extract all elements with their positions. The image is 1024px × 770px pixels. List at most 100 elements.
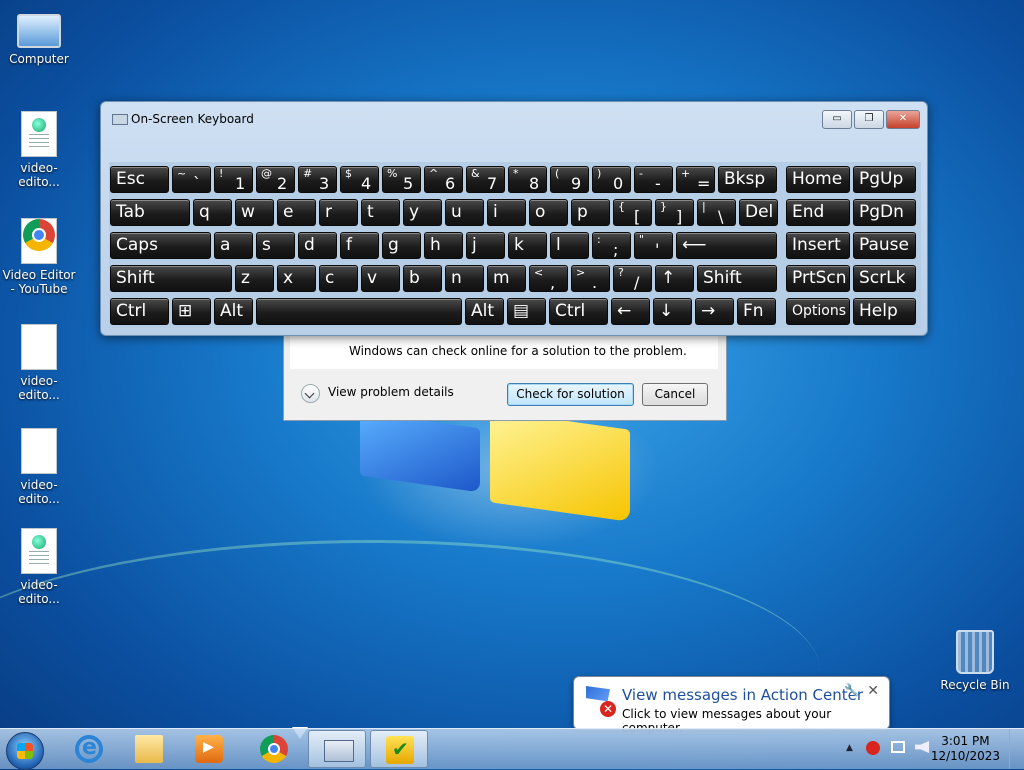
key-o[interactable]: o xyxy=(529,199,568,226)
restore-button[interactable]: ❐ xyxy=(854,110,884,129)
close-button[interactable]: ✕ xyxy=(886,110,920,129)
key-e[interactable]: e xyxy=(277,199,316,226)
key-l[interactable]: l xyxy=(550,232,589,259)
key-r4k9[interactable]: → xyxy=(695,298,734,325)
key-r0k13[interactable]: + = xyxy=(676,166,715,193)
key-r0k7[interactable]: ^ 6 xyxy=(424,166,463,193)
key-r3k10[interactable]: ? / xyxy=(613,265,652,292)
desktop-icon-video-editor-file-2[interactable]: video-edito... xyxy=(1,324,77,402)
key-i[interactable]: i xyxy=(487,199,526,226)
key-insert[interactable]: Insert xyxy=(786,232,850,259)
key-alt[interactable]: Alt xyxy=(214,298,253,325)
key-r1k11[interactable]: {[ xyxy=(613,199,652,226)
key-g[interactable]: g xyxy=(382,232,421,259)
key-j[interactable]: j xyxy=(466,232,505,259)
key-r0k4[interactable]: #3 xyxy=(298,166,337,193)
key-del[interactable]: Del xyxy=(739,199,778,226)
key-s[interactable]: s xyxy=(256,232,295,259)
desktop-icon-video-editor-html-2[interactable]: video-edito... xyxy=(1,528,77,606)
volume-muted-tray-icon[interactable] xyxy=(915,741,929,757)
key-scrlk[interactable]: ScrLk xyxy=(853,265,916,292)
key-shift[interactable]: Shift xyxy=(697,265,777,292)
view-problem-details-link[interactable]: View problem details xyxy=(328,385,454,399)
key-r1k13[interactable]: | \ xyxy=(697,199,736,226)
key-r[interactable]: r xyxy=(319,199,358,226)
desktop-icon-recycle-bin[interactable]: Recycle Bin xyxy=(937,630,1013,692)
taskbar-media-player[interactable] xyxy=(180,730,238,768)
key-z[interactable]: z xyxy=(235,265,274,292)
key-ctrl[interactable]: Ctrl xyxy=(549,298,608,325)
start-button[interactable] xyxy=(6,732,44,770)
desktop-icon-video-editor-file-3[interactable]: video-edito... xyxy=(1,428,77,506)
key-q[interactable]: q xyxy=(193,199,232,226)
taskbar-task-app[interactable] xyxy=(370,730,428,768)
key-tab[interactable]: Tab xyxy=(110,199,190,226)
key-r2k12[interactable]: ⟵ xyxy=(676,232,777,259)
key-f[interactable]: f xyxy=(340,232,379,259)
key-alt[interactable]: Alt xyxy=(465,298,504,325)
key-r0k12[interactable]: -- xyxy=(634,166,673,193)
key-r0k1[interactable]: ~ ` xyxy=(172,166,211,193)
key-r1k12[interactable]: }] xyxy=(655,199,694,226)
key-r4k3[interactable] xyxy=(256,298,462,325)
balloon-close-button[interactable]: ✕ xyxy=(867,683,879,699)
key-c[interactable]: c xyxy=(319,265,358,292)
key-pause[interactable]: Pause xyxy=(853,232,916,259)
key-t[interactable]: t xyxy=(361,199,400,226)
balloon-title[interactable]: View messages in Action Center xyxy=(622,686,863,704)
key-end[interactable]: End xyxy=(786,199,850,226)
taskbar-windows-explorer[interactable] xyxy=(120,730,178,768)
key-y[interactable]: y xyxy=(403,199,442,226)
key-r3k8[interactable]: <, xyxy=(529,265,568,292)
desktop-icon-video-editor-youtube[interactable]: Video Editor - YouTube xyxy=(1,218,77,296)
key-pgup[interactable]: PgUp xyxy=(853,166,916,193)
key-b[interactable]: b xyxy=(403,265,442,292)
action-center-tray-icon[interactable] xyxy=(866,741,880,759)
key-prtscn[interactable]: PrtScn xyxy=(786,265,850,292)
key-u[interactable]: u xyxy=(445,199,484,226)
key-n[interactable]: n xyxy=(445,265,484,292)
key-r0k5[interactable]: $4 xyxy=(340,166,379,193)
key-r0k3[interactable]: @2 xyxy=(256,166,295,193)
minimize-button[interactable]: ▭ xyxy=(822,110,852,129)
key-shift[interactable]: Shift xyxy=(110,265,232,292)
key-x[interactable]: x xyxy=(277,265,316,292)
check-for-solution-button[interactable]: Check for solution xyxy=(507,383,634,406)
key-pgdn[interactable]: PgDn xyxy=(853,199,916,226)
key-r4k8[interactable]: ↓ xyxy=(653,298,692,325)
key-r0k6[interactable]: % 5 xyxy=(382,166,421,193)
show-desktop-button[interactable] xyxy=(1009,729,1024,769)
desktop-icon-computer[interactable]: Computer xyxy=(1,10,77,66)
key-fn[interactable]: Fn xyxy=(737,298,776,325)
key-caps[interactable]: Caps xyxy=(110,232,211,259)
show-hidden-icons-button[interactable]: ▲ xyxy=(846,743,853,753)
key-r0k9[interactable]: * 8 xyxy=(508,166,547,193)
key-v[interactable]: v xyxy=(361,265,400,292)
taskbar-on-screen-keyboard[interactable] xyxy=(308,730,366,768)
key-r2k11[interactable]: " ' xyxy=(634,232,673,259)
taskbar-internet-explorer[interactable] xyxy=(60,730,118,768)
key-r4k7[interactable]: ← xyxy=(611,298,650,325)
key-k[interactable]: k xyxy=(508,232,547,259)
key-home[interactable]: Home xyxy=(786,166,850,193)
key-esc[interactable]: Esc xyxy=(110,166,169,193)
key-r3k9[interactable]: >. xyxy=(571,265,610,292)
key-options[interactable]: Options xyxy=(786,298,850,325)
key-r3k11[interactable]: ↑ xyxy=(655,265,694,292)
key-r4k5[interactable]: ▤ xyxy=(507,298,546,325)
key-p[interactable]: p xyxy=(571,199,610,226)
key-r0k10[interactable]: (9 xyxy=(550,166,589,193)
key-a[interactable]: a xyxy=(214,232,253,259)
key-w[interactable]: w xyxy=(235,199,274,226)
key-ctrl[interactable]: Ctrl xyxy=(110,298,169,325)
expand-details-icon[interactable] xyxy=(301,384,320,403)
key-m[interactable]: m xyxy=(487,265,526,292)
network-tray-icon[interactable] xyxy=(891,741,905,757)
key-help[interactable]: Help xyxy=(853,298,916,325)
taskbar-chrome[interactable] xyxy=(245,730,303,768)
settings-wrench-icon[interactable]: 🔧 xyxy=(844,683,859,697)
key-r0k2[interactable]: ! 1 xyxy=(214,166,253,193)
key-r0k11[interactable]: ) 0 xyxy=(592,166,631,193)
key-bksp[interactable]: Bksp xyxy=(718,166,777,193)
key-r4k1[interactable]: ⊞ xyxy=(172,298,211,325)
